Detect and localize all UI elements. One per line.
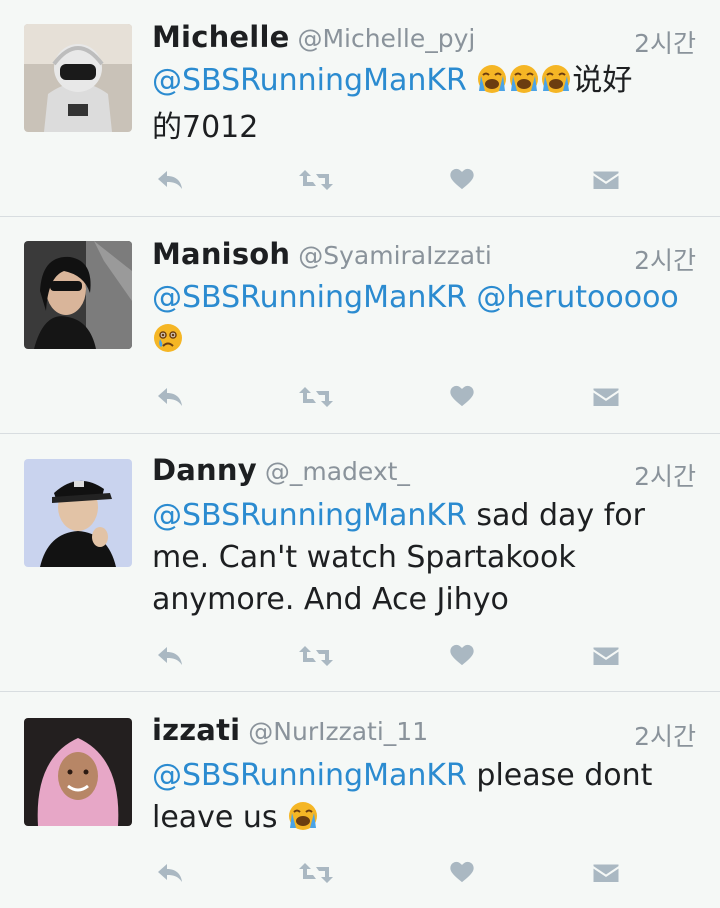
direct-message-icon[interactable] xyxy=(588,163,624,195)
tweet-text-fragment: 的7012 xyxy=(152,110,259,145)
user-name[interactable]: Manisoh xyxy=(152,237,290,271)
loudly-crying-face-icon xyxy=(540,63,572,107)
tweet-header: Danny @_madext_ xyxy=(152,453,410,489)
user-handle[interactable]: @SyamiraIzzati xyxy=(298,241,492,270)
avatar[interactable] xyxy=(24,718,132,826)
reply-icon[interactable] xyxy=(152,380,188,412)
reply-icon[interactable] xyxy=(152,856,188,888)
tweet-text: @SBSRunningManKR @herutooooo xyxy=(152,277,702,366)
tweet[interactable]: Michelle @Michelle_pyj 2시간 @SBSRunningMan… xyxy=(0,0,720,216)
tweet-actions xyxy=(152,163,622,195)
tweet[interactable]: Danny @_madext_ 2시간 @SBSRunningManKR sad … xyxy=(0,434,720,691)
mention-link[interactable]: @SBSRunningManKR xyxy=(152,498,467,533)
user-name[interactable]: izzati xyxy=(152,713,240,747)
mention-link[interactable]: @SBSRunningManKR xyxy=(152,280,467,315)
timestamp: 2시간 xyxy=(634,462,696,491)
user-handle[interactable]: @_madext_ xyxy=(265,457,410,486)
retweet-icon[interactable] xyxy=(298,856,334,888)
loudly-crying-face-icon xyxy=(287,800,319,844)
crying-face-icon xyxy=(152,322,184,366)
avatar[interactable] xyxy=(24,24,132,132)
avatar[interactable] xyxy=(24,241,132,349)
user-handle[interactable]: @Michelle_pyj xyxy=(297,24,475,53)
user-name[interactable]: Michelle xyxy=(152,20,289,54)
mention-link[interactable]: @SBSRunningManKR xyxy=(152,758,467,793)
direct-message-icon[interactable] xyxy=(588,380,624,412)
retweet-icon[interactable] xyxy=(298,163,334,195)
reply-icon[interactable] xyxy=(152,639,188,671)
like-icon[interactable] xyxy=(444,856,480,888)
retweet-icon[interactable] xyxy=(298,380,334,412)
user-name[interactable]: Danny xyxy=(152,453,257,487)
timestamp: 2시간 xyxy=(634,722,696,751)
tweet-header: izzati @NurIzzati_11 xyxy=(152,713,428,749)
like-icon[interactable] xyxy=(444,380,480,412)
tweet-text: @SBSRunningManKR sad day for me. Can't w… xyxy=(152,495,702,621)
timestamp: 2시간 xyxy=(634,29,696,58)
loudly-crying-face-icon xyxy=(508,63,540,107)
retweet-icon[interactable] xyxy=(298,639,334,671)
mention-link[interactable]: @herutooooo xyxy=(476,280,678,315)
reply-icon[interactable] xyxy=(152,163,188,195)
tweet-text: @SBSRunningManKR 说好 的7012 xyxy=(152,60,702,149)
tweet-text: @SBSRunningManKR please dont leave us xyxy=(152,755,702,844)
loudly-crying-face-icon xyxy=(476,63,508,107)
user-handle[interactable]: @NurIzzati_11 xyxy=(248,717,428,746)
direct-message-icon[interactable] xyxy=(588,639,624,671)
tweet-header: Michelle @Michelle_pyj xyxy=(152,20,475,56)
like-icon[interactable] xyxy=(444,163,480,195)
like-icon[interactable] xyxy=(444,639,480,671)
mention-link[interactable]: @SBSRunningManKR xyxy=(152,63,467,98)
tweet[interactable]: Manisoh @SyamiraIzzati 2시간 @SBSRunningMan… xyxy=(0,217,720,433)
tweet[interactable]: izzati @NurIzzati_11 2시간 @SBSRunningManKR… xyxy=(0,692,720,908)
tweet-actions xyxy=(152,639,622,671)
direct-message-icon[interactable] xyxy=(588,856,624,888)
timestamp: 2시간 xyxy=(634,246,696,275)
tweet-header: Manisoh @SyamiraIzzati xyxy=(152,237,492,273)
tweet-actions xyxy=(152,856,622,888)
tweet-text-fragment: 说好 xyxy=(572,63,633,98)
avatar[interactable] xyxy=(24,459,132,567)
tweet-actions xyxy=(152,380,622,412)
